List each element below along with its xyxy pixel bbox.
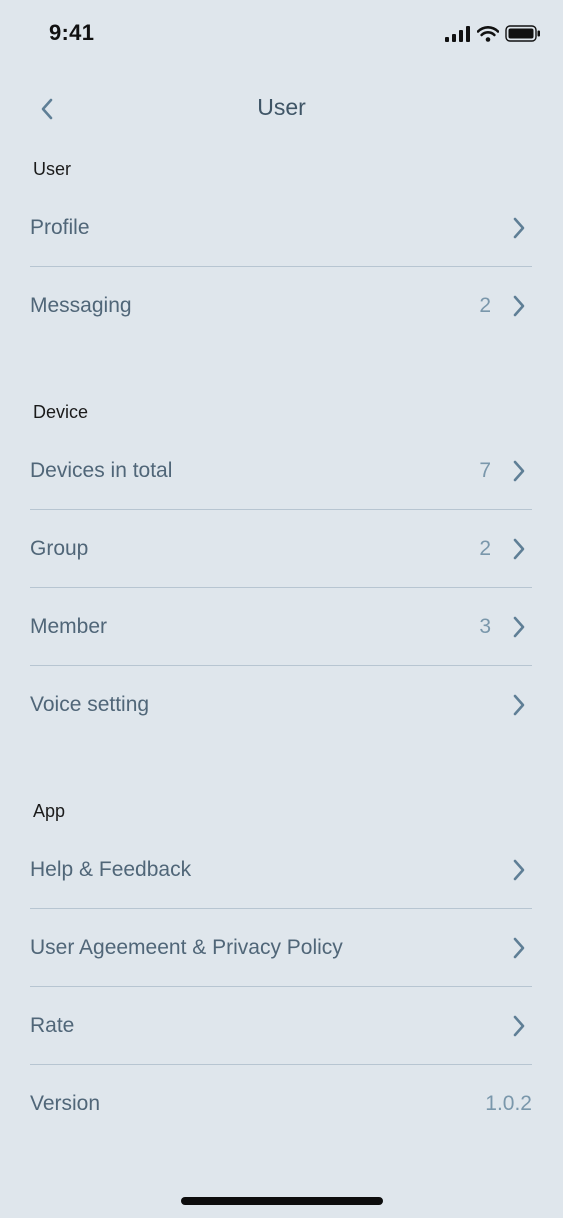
- status-time: 9:41: [49, 20, 95, 45]
- section-header-user: User: [33, 159, 72, 179]
- agreement-privacy-label: User Ageemeent & Privacy Policy: [30, 935, 343, 959]
- chevron-right-icon: [513, 616, 525, 637]
- version-row: Version 1.0.2: [30, 1065, 532, 1142]
- voice-setting-label: Voice setting: [30, 692, 150, 716]
- version-label: Version: [30, 1091, 101, 1115]
- chevron-right-icon: [513, 937, 525, 958]
- rate-row[interactable]: Rate: [30, 987, 532, 1065]
- chevron-right-icon: [513, 538, 525, 559]
- messaging-row[interactable]: Messaging 2: [30, 267, 532, 344]
- version-value: 1.0.2: [485, 1091, 532, 1115]
- wifi-icon: [477, 25, 499, 42]
- cellular-signal-icon: [445, 25, 470, 42]
- member-row[interactable]: Member 3: [30, 588, 532, 666]
- group-count: 2: [479, 536, 491, 560]
- section-header-app: App: [33, 801, 66, 821]
- home-indicator: [181, 1197, 383, 1205]
- agreement-privacy-row[interactable]: User Ageemeent & Privacy Policy: [30, 909, 532, 987]
- group-row[interactable]: Group 2: [30, 510, 532, 588]
- chevron-right-icon: [513, 295, 525, 316]
- group-label: Group: [30, 536, 89, 560]
- help-feedback-label: Help & Feedback: [30, 857, 192, 881]
- member-label: Member: [30, 614, 108, 638]
- rate-label: Rate: [30, 1013, 75, 1037]
- voice-setting-row[interactable]: Voice setting: [30, 666, 532, 743]
- chevron-right-icon: [513, 217, 525, 238]
- messaging-count: 2: [479, 293, 491, 317]
- profile-row[interactable]: Profile: [30, 189, 532, 267]
- help-feedback-row[interactable]: Help & Feedback: [30, 831, 532, 909]
- devices-label: Devices in total: [30, 458, 173, 482]
- status-bar: 9:41: [0, 0, 563, 68]
- section-header-device: Device: [33, 402, 89, 422]
- profile-label: Profile: [30, 215, 90, 239]
- page-title: User: [257, 94, 306, 120]
- status-icons: [445, 25, 541, 42]
- battery-icon: [505, 25, 540, 42]
- devices-row[interactable]: Devices in total 7: [30, 432, 532, 510]
- chevron-right-icon: [513, 859, 525, 880]
- member-count: 3: [479, 614, 491, 638]
- chevron-right-icon: [513, 694, 525, 715]
- chevron-right-icon: [513, 460, 525, 481]
- messaging-label: Messaging: [30, 293, 132, 317]
- devices-count: 7: [479, 458, 491, 482]
- nav-bar: User: [0, 80, 563, 136]
- chevron-right-icon: [513, 1015, 525, 1036]
